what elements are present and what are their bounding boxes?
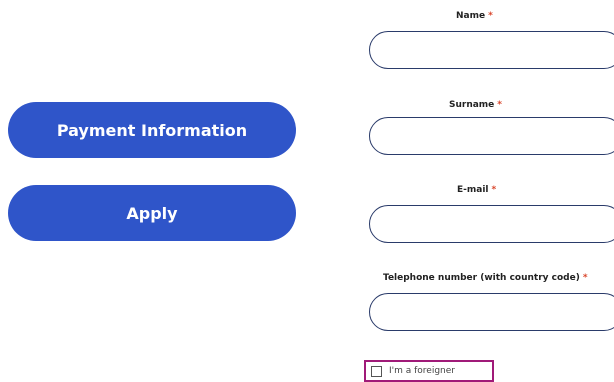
name-field-label: Name * bbox=[456, 11, 493, 21]
email-label-text: E-mail bbox=[457, 185, 489, 195]
payment-information-button[interactable]: Payment Information bbox=[8, 102, 296, 158]
name-label-text: Name bbox=[456, 11, 486, 21]
page: Payment Information Apply Name * Surname *… bbox=[0, 0, 614, 382]
apply-button[interactable]: Apply bbox=[8, 185, 296, 241]
required-marker: * bbox=[488, 11, 493, 21]
foreigner-label: I'm a foreigner bbox=[389, 366, 456, 376]
required-marker: * bbox=[497, 100, 503, 110]
foreigner-checkbox[interactable] bbox=[371, 365, 382, 377]
required-marker: * bbox=[582, 273, 588, 283]
telephone-input[interactable] bbox=[369, 293, 614, 331]
email-field-label: E-mail * bbox=[457, 185, 496, 195]
foreigner-option[interactable]: I'm a foreigner bbox=[364, 360, 494, 382]
email-field[interactable] bbox=[369, 205, 614, 243]
required-marker: * bbox=[491, 185, 497, 195]
surname-input[interactable] bbox=[369, 117, 614, 155]
name-input[interactable] bbox=[369, 31, 614, 69]
phone-label-text: Telephone number (with country code) bbox=[383, 273, 580, 283]
surname-label-text: Surname bbox=[449, 100, 495, 110]
phone-field-label: Telephone number (with country code) * bbox=[383, 273, 588, 283]
surname-field-label: Surname * bbox=[449, 100, 502, 110]
